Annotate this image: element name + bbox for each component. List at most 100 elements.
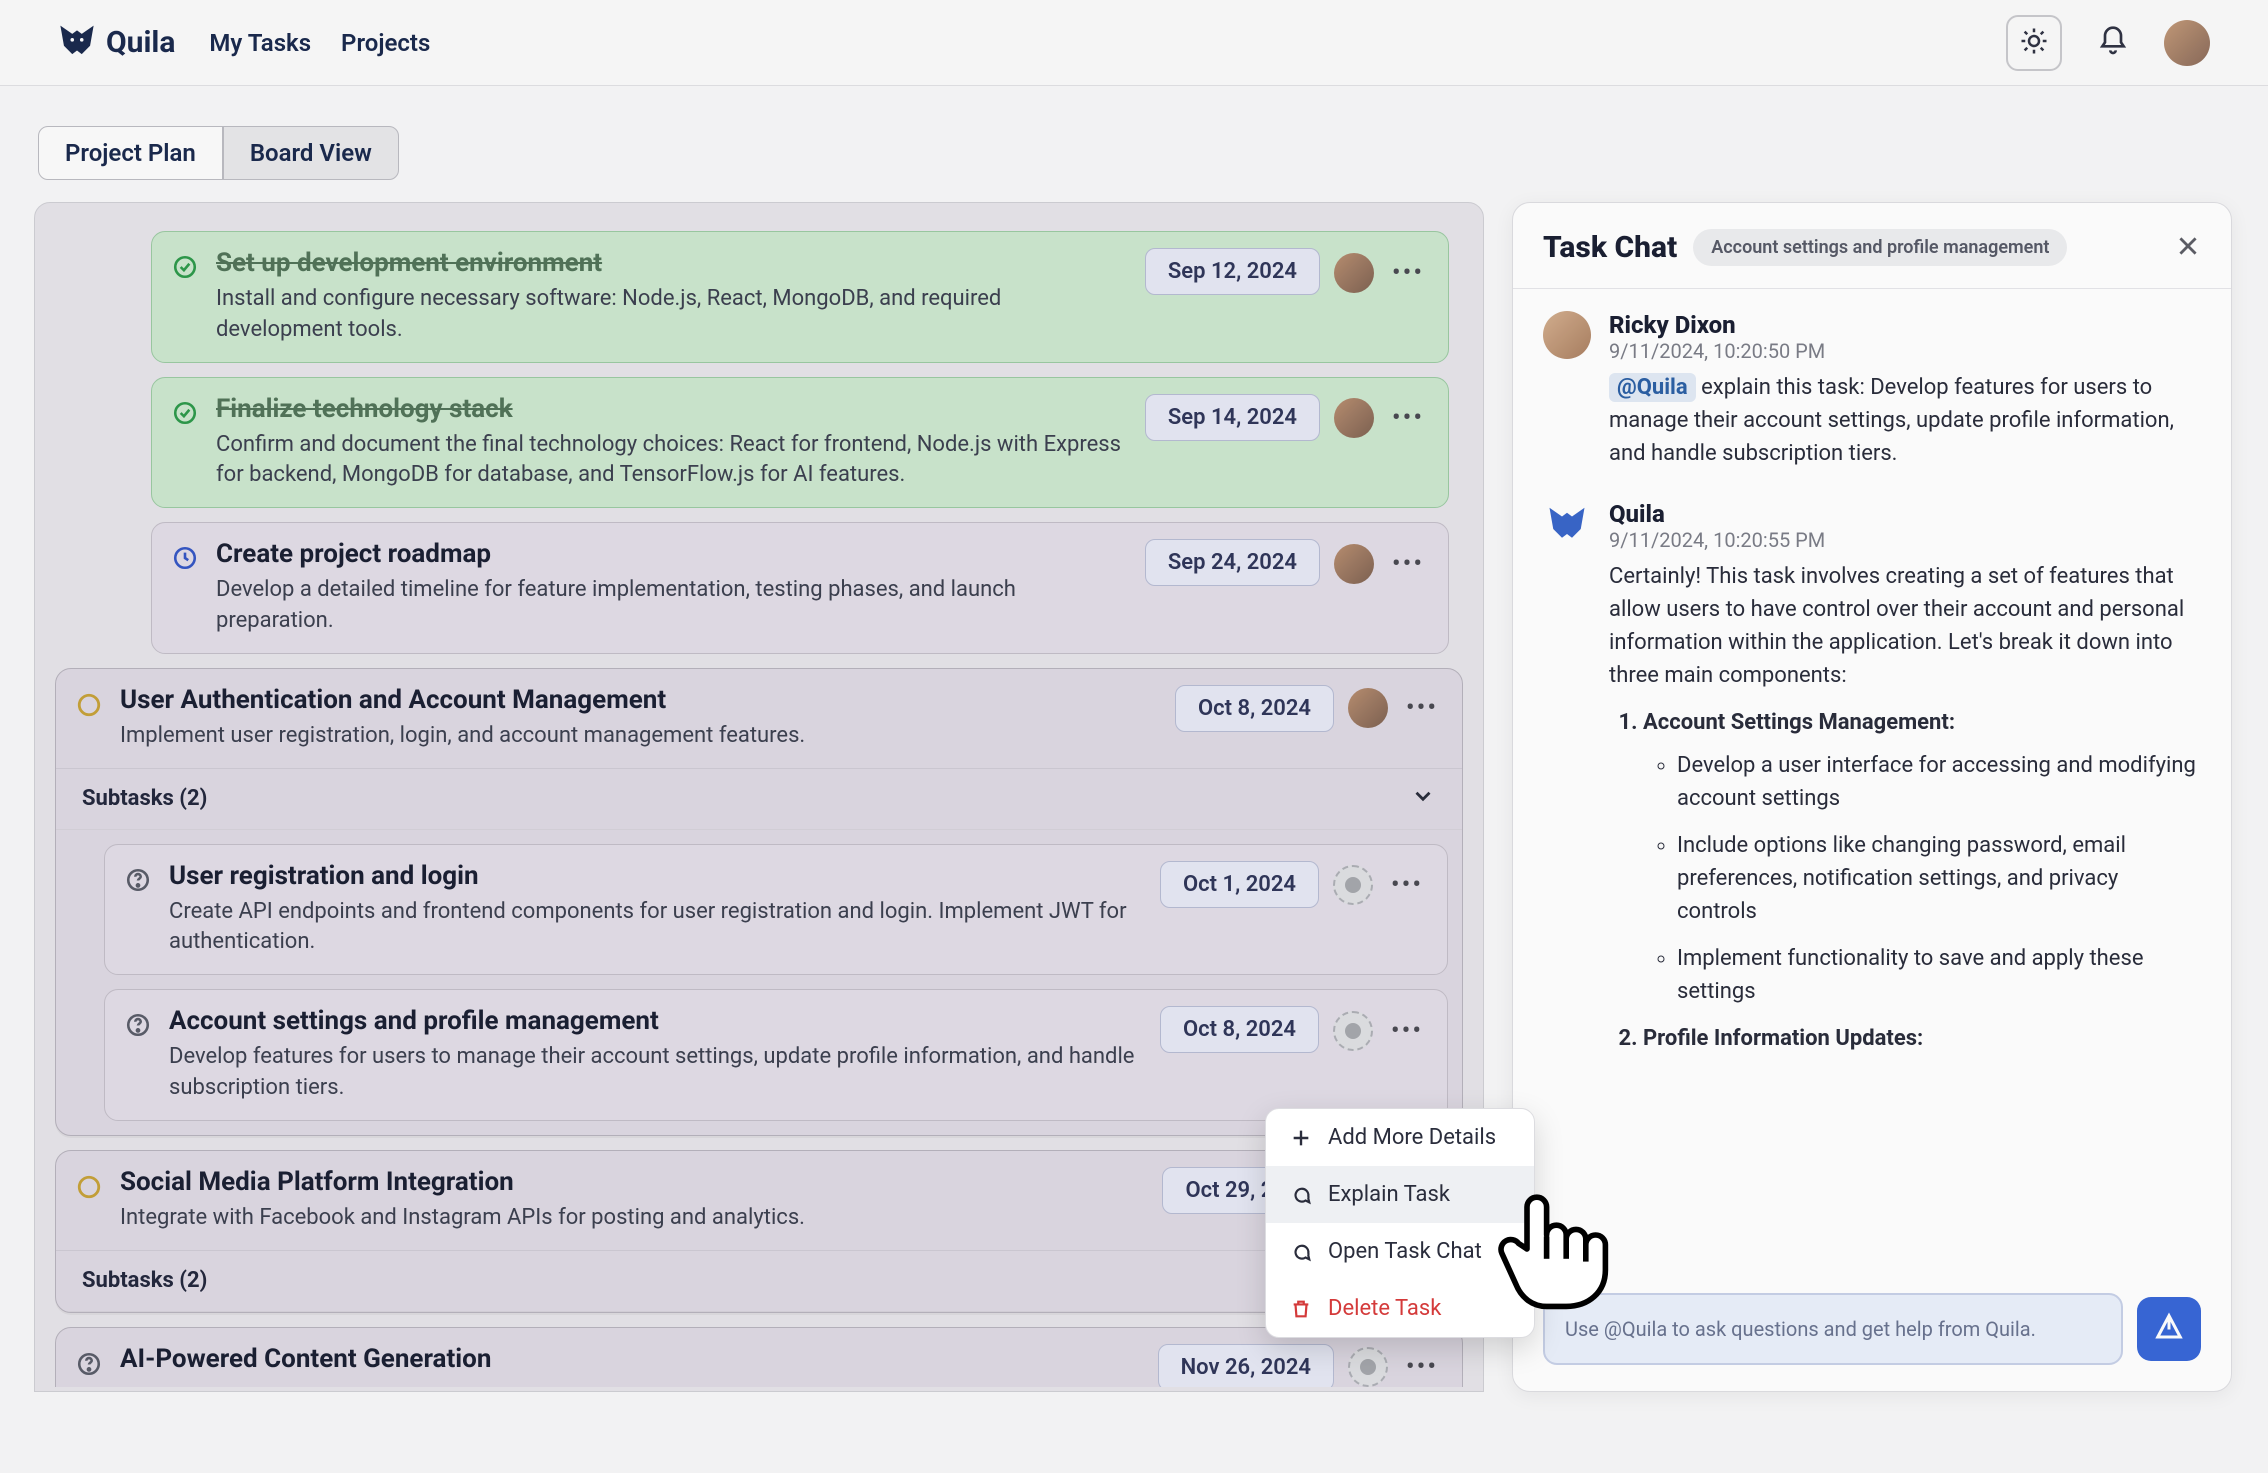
fox-logo-icon bbox=[58, 20, 96, 66]
chat-input[interactable]: Use @Quila to ask questions and get help… bbox=[1543, 1293, 2123, 1365]
task-more-button[interactable]: ••• bbox=[1387, 865, 1427, 905]
task-group: AI-Powered Content Generation Nov 26, 20… bbox=[55, 1327, 1463, 1387]
message-avatar bbox=[1543, 500, 1591, 548]
subtasks-label: Subtasks (2) bbox=[82, 786, 207, 811]
task-card[interactable]: Create project roadmap Develop a detaile… bbox=[151, 522, 1449, 654]
chat-message: Quila 9/11/2024, 10:20:55 PM Certainly! … bbox=[1543, 500, 2201, 1069]
assignee-avatar-unassigned[interactable] bbox=[1333, 865, 1373, 905]
task-desc: Develop a detailed timeline for feature … bbox=[216, 575, 1127, 637]
task-group: User Authentication and Account Manageme… bbox=[55, 668, 1463, 1136]
task-card[interactable]: Finalize technology stack Confirm and do… bbox=[151, 377, 1449, 509]
due-date[interactable]: Sep 12, 2024 bbox=[1145, 248, 1320, 295]
due-date[interactable]: Sep 14, 2024 bbox=[1145, 394, 1320, 441]
due-date[interactable]: Nov 26, 2024 bbox=[1158, 1344, 1334, 1387]
view-tabs: Project Plan Board View bbox=[38, 126, 2268, 180]
task-context-menu: Add More Details Explain Task Open Task … bbox=[1265, 1108, 1535, 1338]
menu-explain-task[interactable]: Explain Task bbox=[1266, 1166, 1534, 1223]
task-title: Account settings and profile management bbox=[169, 1006, 1142, 1036]
nav-projects[interactable]: Projects bbox=[341, 29, 430, 57]
message-time: 9/11/2024, 10:20:55 PM bbox=[1609, 528, 2201, 552]
task-more-button[interactable]: ••• bbox=[1388, 253, 1428, 293]
tab-project-plan[interactable]: Project Plan bbox=[38, 126, 223, 180]
message-body: @Quila explain this task: Develop featur… bbox=[1609, 371, 2201, 470]
message-time: 9/11/2024, 10:20:50 PM bbox=[1609, 339, 2201, 363]
circle-open-icon bbox=[76, 1174, 102, 1204]
due-date[interactable]: Oct 8, 2024 bbox=[1160, 1006, 1319, 1053]
task-title: Set up development environment bbox=[216, 248, 1127, 278]
due-date[interactable]: Oct 8, 2024 bbox=[1175, 685, 1334, 732]
bell-icon bbox=[2097, 25, 2129, 61]
chat-context-tag: Account settings and profile management bbox=[1693, 229, 2067, 266]
group-header[interactable]: User Authentication and Account Manageme… bbox=[56, 669, 1462, 769]
task-card[interactable]: User registration and login Create API e… bbox=[104, 844, 1448, 976]
subtasks-label: Subtasks (2) bbox=[82, 1268, 207, 1293]
chat-messages[interactable]: Ricky Dixon 9/11/2024, 10:20:50 PM @Quil… bbox=[1513, 289, 2231, 1275]
task-card[interactable]: Set up development environment Install a… bbox=[151, 231, 1449, 363]
group-header[interactable]: Social Media Platform Integration Integr… bbox=[56, 1151, 1462, 1251]
group-desc: Implement user registration, login, and … bbox=[120, 721, 1157, 752]
task-card[interactable]: Account settings and profile management … bbox=[104, 989, 1448, 1121]
due-date[interactable]: Sep 24, 2024 bbox=[1145, 539, 1320, 586]
assignee-avatar[interactable] bbox=[1334, 398, 1374, 438]
chat-message: Ricky Dixon 9/11/2024, 10:20:50 PM @Quil… bbox=[1543, 311, 2201, 470]
theme-toggle[interactable] bbox=[2006, 15, 2062, 71]
check-circle-icon bbox=[172, 400, 198, 430]
help-circle-icon bbox=[125, 867, 151, 897]
group-header[interactable]: AI-Powered Content Generation Nov 26, 20… bbox=[56, 1328, 1462, 1387]
speech-bubble-icon bbox=[1288, 1241, 1314, 1263]
plus-icon bbox=[1288, 1127, 1314, 1149]
menu-open-chat[interactable]: Open Task Chat bbox=[1266, 1223, 1534, 1280]
chat-title: Task Chat bbox=[1543, 230, 1677, 265]
assignee-avatar[interactable] bbox=[1334, 253, 1374, 293]
subtasks-toggle[interactable]: Subtasks (2) bbox=[56, 769, 1462, 830]
circle-open-icon bbox=[76, 692, 102, 722]
nav-my-tasks[interactable]: My Tasks bbox=[209, 29, 311, 57]
close-chat-button[interactable] bbox=[2175, 233, 2201, 263]
subtasks-toggle[interactable]: Subtasks (2) bbox=[56, 1251, 1462, 1312]
notifications-button[interactable] bbox=[2090, 20, 2136, 66]
send-icon bbox=[2154, 1312, 2184, 1346]
brand-name: Quila bbox=[106, 25, 175, 60]
speech-bubble-icon bbox=[1288, 1184, 1314, 1206]
task-group: Social Media Platform Integration Integr… bbox=[55, 1150, 1463, 1313]
mention-tag: @Quila bbox=[1609, 373, 1696, 402]
topbar: Quila My Tasks Projects bbox=[0, 0, 2268, 86]
assignee-avatar[interactable] bbox=[1348, 688, 1388, 728]
task-title: Finalize technology stack bbox=[216, 394, 1127, 424]
group-title: AI-Powered Content Generation bbox=[120, 1344, 1140, 1374]
assignee-avatar-unassigned[interactable] bbox=[1333, 1011, 1373, 1051]
help-circle-icon bbox=[76, 1351, 102, 1381]
menu-delete-task[interactable]: Delete Task bbox=[1266, 1280, 1534, 1337]
brand[interactable]: Quila bbox=[58, 20, 175, 66]
help-circle-icon bbox=[125, 1012, 151, 1042]
assignee-avatar-unassigned[interactable] bbox=[1348, 1347, 1388, 1387]
task-more-button[interactable]: ••• bbox=[1388, 544, 1428, 584]
due-date[interactable]: Oct 1, 2024 bbox=[1160, 861, 1319, 908]
task-more-button[interactable]: ••• bbox=[1402, 1347, 1442, 1387]
task-more-button[interactable]: ••• bbox=[1387, 1011, 1427, 1051]
clock-icon bbox=[172, 545, 198, 575]
chevron-down-icon bbox=[1410, 783, 1436, 815]
message-author: Quila bbox=[1609, 500, 2201, 528]
check-circle-icon bbox=[172, 254, 198, 284]
task-more-button[interactable]: ••• bbox=[1388, 398, 1428, 438]
task-title: User registration and login bbox=[169, 861, 1142, 891]
task-chat-panel: Task Chat Account settings and profile m… bbox=[1512, 202, 2232, 1392]
user-avatar[interactable] bbox=[2164, 20, 2210, 66]
send-button[interactable] bbox=[2137, 1297, 2201, 1361]
menu-add-details[interactable]: Add More Details bbox=[1266, 1109, 1534, 1166]
task-desc: Confirm and document the final technolog… bbox=[216, 430, 1127, 492]
task-desc: Install and configure necessary software… bbox=[216, 284, 1127, 346]
message-avatar bbox=[1543, 311, 1591, 359]
task-desc: Create API endpoints and frontend compon… bbox=[169, 897, 1142, 959]
task-more-button[interactable]: ••• bbox=[1402, 688, 1442, 728]
group-title: User Authentication and Account Manageme… bbox=[120, 685, 1157, 715]
task-title: Create project roadmap bbox=[216, 539, 1127, 569]
message-author: Ricky Dixon bbox=[1609, 311, 2201, 339]
task-desc: Develop features for users to manage the… bbox=[169, 1042, 1142, 1104]
tab-board-view[interactable]: Board View bbox=[223, 126, 399, 180]
trash-icon bbox=[1288, 1298, 1314, 1320]
message-body: Certainly! This task involves creating a… bbox=[1609, 560, 2201, 1055]
assignee-avatar[interactable] bbox=[1334, 544, 1374, 584]
group-title: Social Media Platform Integration bbox=[120, 1167, 1144, 1197]
